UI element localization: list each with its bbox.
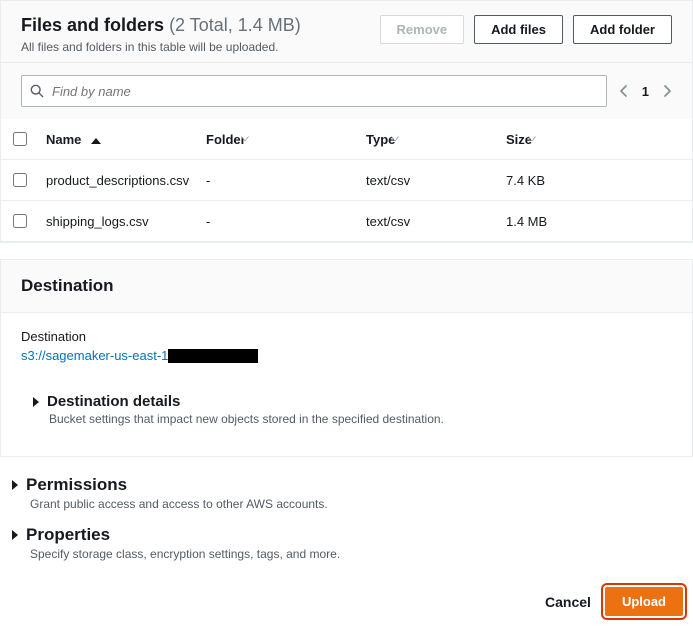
cell-type: text/csv bbox=[358, 201, 498, 242]
cell-folder: - bbox=[198, 160, 358, 201]
destination-header: Destination bbox=[1, 260, 692, 313]
col-name[interactable]: Name bbox=[38, 119, 198, 160]
table-header-row: Name Folder Type Size bbox=[1, 119, 692, 160]
filter-caret-icon bbox=[528, 136, 536, 141]
cell-type: text/csv bbox=[358, 160, 498, 201]
destination-details-title: Destination details bbox=[47, 393, 180, 410]
pager: 1 bbox=[619, 84, 672, 99]
remove-button[interactable]: Remove bbox=[380, 15, 465, 44]
files-panel-actions: Remove Add files Add folder bbox=[380, 15, 672, 44]
search-input[interactable] bbox=[44, 84, 598, 99]
cell-size: 1.4 MB bbox=[498, 201, 692, 242]
permissions-expander: Permissions Grant public access and acce… bbox=[0, 473, 693, 523]
destination-details-toggle[interactable]: Destination details bbox=[33, 393, 652, 410]
destination-details-desc: Bucket settings that impact new objects … bbox=[49, 412, 652, 426]
filter-caret-icon bbox=[241, 136, 249, 141]
col-type[interactable]: Type bbox=[358, 119, 498, 160]
permissions-toggle[interactable]: Permissions bbox=[12, 475, 693, 495]
files-subtitle: All files and folders in this table will… bbox=[21, 40, 301, 54]
destination-body: Destination s3://sagemaker-us-east-1 Des… bbox=[1, 313, 692, 456]
files-panel: Files and folders (2 Total, 1.4 MB) All … bbox=[0, 0, 693, 243]
cell-folder: - bbox=[198, 201, 358, 242]
pager-next-icon[interactable] bbox=[663, 84, 672, 98]
search-box[interactable] bbox=[21, 75, 607, 107]
add-folder-button[interactable]: Add folder bbox=[573, 15, 672, 44]
files-count: (2 Total, 1.4 MB) bbox=[169, 15, 301, 35]
files-panel-title: Files and folders (2 Total, 1.4 MB) bbox=[21, 15, 301, 36]
sort-asc-icon bbox=[91, 138, 101, 144]
destination-label: Destination bbox=[21, 329, 672, 344]
pager-prev-icon[interactable] bbox=[619, 84, 628, 98]
properties-toggle[interactable]: Properties bbox=[12, 525, 693, 545]
cancel-button[interactable]: Cancel bbox=[545, 594, 591, 610]
caret-right-icon bbox=[33, 397, 39, 407]
properties-expander: Properties Specify storage class, encryp… bbox=[0, 523, 693, 573]
files-panel-header: Files and folders (2 Total, 1.4 MB) All … bbox=[1, 1, 692, 63]
destination-panel: Destination Destination s3://sagemaker-u… bbox=[0, 259, 693, 457]
search-icon bbox=[30, 84, 44, 98]
properties-title: Properties bbox=[26, 525, 110, 545]
filter-caret-icon bbox=[391, 136, 399, 141]
cell-name: product_descriptions.csv bbox=[38, 160, 198, 201]
caret-right-icon bbox=[12, 480, 18, 490]
add-files-button[interactable]: Add files bbox=[474, 15, 563, 44]
upload-button[interactable]: Upload bbox=[605, 587, 683, 616]
page-number: 1 bbox=[642, 84, 649, 99]
search-pager-row: 1 bbox=[1, 63, 692, 119]
col-name-label: Name bbox=[46, 132, 81, 147]
permissions-desc: Grant public access and access to other … bbox=[30, 497, 693, 511]
destination-title: Destination bbox=[21, 276, 114, 296]
caret-right-icon bbox=[12, 530, 18, 540]
col-folder-label: Folder bbox=[206, 132, 246, 147]
destination-link-text: s3://sagemaker-us-east-1 bbox=[21, 348, 168, 363]
files-table: Name Folder Type Size bbox=[1, 119, 692, 242]
col-size[interactable]: Size bbox=[498, 119, 692, 160]
row-checkbox[interactable] bbox=[13, 173, 27, 187]
footer-actions: Cancel Upload bbox=[0, 573, 693, 626]
redacted-block bbox=[168, 349, 258, 363]
row-checkbox[interactable] bbox=[13, 214, 27, 228]
cell-size: 7.4 KB bbox=[498, 160, 692, 201]
cell-name: shipping_logs.csv bbox=[38, 201, 198, 242]
col-checkbox bbox=[1, 119, 38, 160]
files-title-text: Files and folders bbox=[21, 15, 164, 35]
table-row: product_descriptions.csv - text/csv 7.4 … bbox=[1, 160, 692, 201]
table-row: shipping_logs.csv - text/csv 1.4 MB bbox=[1, 201, 692, 242]
col-folder[interactable]: Folder bbox=[198, 119, 358, 160]
destination-link[interactable]: s3://sagemaker-us-east-1 bbox=[21, 348, 258, 363]
select-all-checkbox[interactable] bbox=[13, 132, 27, 146]
properties-desc: Specify storage class, encryption settin… bbox=[30, 547, 693, 561]
destination-details-expander: Destination details Bucket settings that… bbox=[21, 385, 672, 438]
permissions-title: Permissions bbox=[26, 475, 127, 495]
